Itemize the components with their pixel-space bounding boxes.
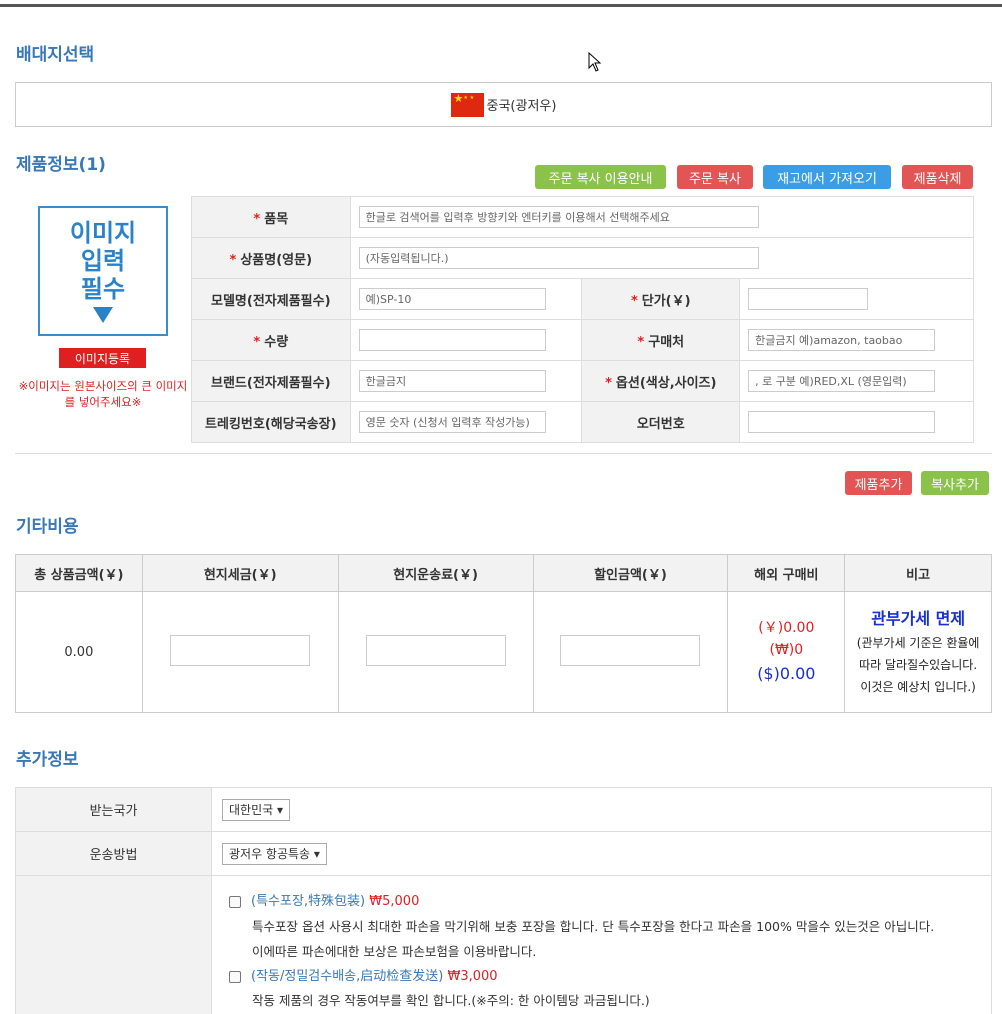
- shop-input[interactable]: 한글금지 예)amazon, taobao: [748, 329, 936, 351]
- image-required-line3: 필수: [80, 275, 126, 303]
- price-label: * 단가(￥): [581, 278, 741, 320]
- image-upload-box[interactable]: 이미지 입력 필수: [38, 206, 168, 336]
- product-section-title: 제품정보(1): [16, 155, 106, 175]
- costs-table: 총 상품금액(￥) 현지세금(￥) 현지운송료(￥) 할인금액(￥) 해외 구매…: [15, 554, 992, 713]
- model-input[interactable]: 예)SP-10: [358, 288, 546, 310]
- fee-usd: ($)0.00: [757, 664, 816, 683]
- method-label: 운송방법: [15, 831, 212, 876]
- tracking-label: 트레킹번호(해당국송장): [191, 401, 351, 443]
- costs-section-title: 기타비용: [16, 517, 79, 537]
- local-shipping-input[interactable]: [365, 634, 506, 666]
- china-flag-icon: [450, 92, 484, 117]
- copy-guide-button[interactable]: 주문 복사 이용안내: [535, 165, 666, 189]
- header-local-shipping: 현지운송료(￥): [337, 554, 534, 592]
- operation-check-desc-1: 작동 제품의 경우 작동여부를 확인 합니다.(※주의: 한 아이템당 과금됩니…: [252, 993, 650, 1008]
- divider: [15, 453, 992, 454]
- quantity-input[interactable]: [358, 329, 546, 351]
- header-discount: 할인금액(￥): [532, 554, 729, 592]
- copy-order-button[interactable]: 주문 복사: [677, 165, 753, 189]
- image-note: ※이미지는 원본사이즈의 큰 이미지를 넣어주세요※: [18, 379, 188, 409]
- shop-label: * 구매처: [581, 319, 741, 361]
- extra-section-title: 추가정보: [16, 750, 79, 770]
- notes-cell: 관부가세 면제 (관부가세 기준은 환율에 따라 달라질수있습니다. 이것은 예…: [844, 591, 992, 713]
- local-tax-input[interactable]: [170, 634, 311, 666]
- table-row: 브랜드(전자제품필수) 한글금지 * 옵션(색상,사이즈) , 로 구분 예)RE…: [191, 360, 974, 402]
- fee-cny: (￥)0.00: [758, 620, 815, 636]
- product-form-table: * 품목 한글로 검색어를 입력후 방향키와 엔터키를 이용해서 선택해주세요 *…: [191, 196, 975, 443]
- header-local-tax: 현지세금(￥): [141, 554, 339, 592]
- country-label: 받는국가: [15, 787, 212, 832]
- table-row: 운송방법 광저우 항공특송 ▾: [15, 831, 992, 876]
- image-required-line2: 입력: [80, 247, 126, 275]
- table-row: 모델명(전자제품필수) 예)SP-10 * 단가(￥): [191, 278, 974, 320]
- item-label: * 품목: [191, 196, 351, 238]
- option-label: * 옵션(색상,사이즈): [581, 360, 741, 402]
- origin-selected-label: 중국(광저우): [486, 99, 557, 114]
- down-arrow-icon: [93, 307, 113, 323]
- special-packaging-checkbox[interactable]: [229, 895, 241, 908]
- order-number-input[interactable]: [748, 411, 936, 433]
- add-product-button[interactable]: 제품추가: [845, 471, 912, 495]
- operation-check-checkbox[interactable]: [229, 970, 241, 983]
- table-row: 받는국가 대한민국 ▾: [15, 787, 992, 832]
- table-row: * 상품명(영문) (자동입력됩니다.): [191, 237, 975, 279]
- model-label: 모델명(전자제품필수): [191, 278, 351, 320]
- order-label: 오더번호: [581, 401, 741, 443]
- option-special-packaging[interactable]: (특수포장,特殊包装) ₩5,000: [229, 890, 419, 909]
- header-total: 총 상품금액(￥): [15, 554, 143, 592]
- discount-input[interactable]: [560, 634, 701, 666]
- image-register-button[interactable]: 이미지등록: [59, 348, 146, 368]
- header-overseas-fee: 해외 구매비: [727, 554, 846, 592]
- country-select[interactable]: 대한민국 ▾: [222, 798, 290, 821]
- shipping-method-select[interactable]: 광저우 항공특송 ▾: [222, 842, 327, 865]
- table-row: 총 상품금액(￥) 현지세금(￥) 현지운송료(￥) 할인금액(￥) 해외 구매…: [15, 554, 992, 592]
- header-notes: 비고: [844, 554, 992, 592]
- fee-krw: (₩)0: [769, 642, 804, 658]
- brand-label: 브랜드(전자제품필수): [191, 360, 351, 402]
- qty-label: * 수량: [191, 319, 351, 361]
- price-input[interactable]: [748, 288, 869, 310]
- total-amount: 0.00: [15, 591, 143, 713]
- origin-select-box[interactable]: 중국(광저우): [15, 82, 992, 127]
- item-input[interactable]: 한글로 검색어를 입력후 방향키와 엔터키를 이용해서 선택해주세요: [358, 206, 759, 228]
- top-border: [0, 4, 1002, 7]
- tracking-input[interactable]: 영문 숫자 (신청서 입력후 작성가능): [358, 411, 546, 433]
- delete-product-button[interactable]: 제품삭제: [902, 165, 973, 189]
- option-operation-check[interactable]: (작동/정밀검수배송,启动检查发送) ₩3,000: [229, 965, 498, 984]
- table-row: 트레킹번호(해당국송장) 영문 숫자 (신청서 입력후 작성가능) 오더번호: [191, 401, 974, 443]
- overseas-fee-cell: (￥)0.00 (₩)0 ($)0.00: [727, 591, 846, 713]
- table-row: * 품목 한글로 검색어를 입력후 방향키와 엔터키를 이용해서 선택해주세요: [191, 196, 975, 238]
- special-packaging-desc-2: 이에따른 파손에대한 보상은 파손보험을 이용바랍니다.: [252, 944, 537, 959]
- vat-exempt-title: 관부가세 면제: [871, 609, 966, 628]
- vat-desc-2: 따라 달라질수있습니다.: [859, 658, 978, 672]
- table-row: * 수량 * 구매처 한글금지 예)amazon, taobao: [191, 319, 974, 361]
- vat-desc-1: (관부가세 기준은 환율에: [856, 636, 980, 650]
- from-stock-button[interactable]: 재고에서 가져오기: [763, 165, 891, 189]
- vat-desc-3: 이것은 예상치 입니다.): [860, 680, 976, 694]
- mouse-cursor-icon: [588, 52, 602, 72]
- copy-add-button[interactable]: 복사추가: [921, 471, 989, 495]
- option-input[interactable]: , 로 구분 예)RED,XL (영문입력): [748, 370, 936, 392]
- origin-section-title: 배대지선택: [16, 45, 95, 65]
- special-packaging-desc-1: 특수포장 옵션 사용시 최대한 파손을 막기위해 보충 포장을 합니다. 단 특…: [252, 919, 935, 934]
- brand-input[interactable]: 한글금지: [358, 370, 546, 392]
- product-name-input[interactable]: (자동입력됩니다.): [358, 247, 759, 269]
- name-label: * 상품명(영문): [191, 237, 351, 279]
- image-required-line1: 이미지: [69, 219, 137, 247]
- extra-info-table: 받는국가 대한민국 ▾ 운송방법 광저우 항공특송 ▾: [15, 787, 992, 1014]
- table-row: 0.00 (￥)0.00 (₩)0 ($)0.00 관부가세 면제 (관부가세 …: [15, 591, 992, 713]
- options-label: [15, 875, 212, 1014]
